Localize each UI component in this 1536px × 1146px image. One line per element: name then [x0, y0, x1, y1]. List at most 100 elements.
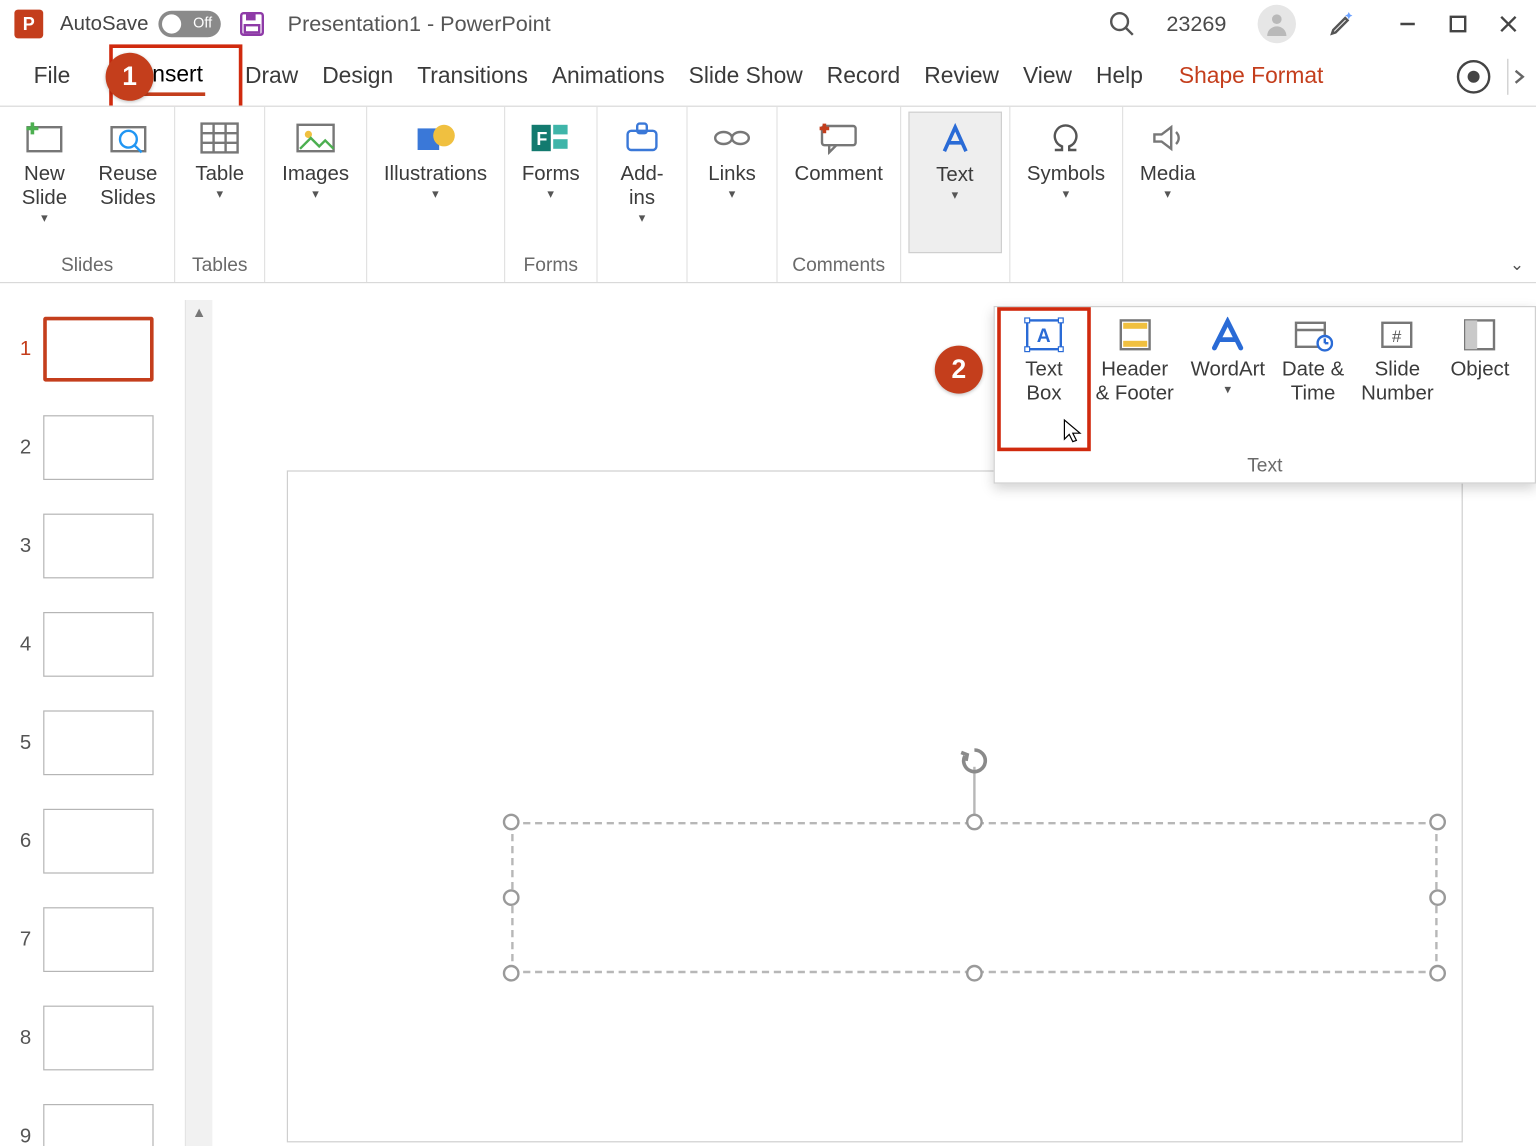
forms-button[interactable]: F Forms ▾ — [512, 112, 589, 254]
slide-thumbnail-1[interactable]: 1 — [12, 317, 185, 382]
resize-handle-br[interactable] — [1429, 965, 1446, 982]
resize-handle-tl[interactable] — [503, 814, 520, 831]
tabs-overflow[interactable] — [1507, 59, 1529, 95]
tab-shape-format[interactable]: Shape Format — [1167, 59, 1335, 95]
symbols-button[interactable]: Symbols ▾ — [1017, 112, 1114, 254]
ribbon-group-tables: Table ▾ Tables — [175, 107, 265, 282]
save-icon[interactable] — [237, 10, 266, 39]
speaker-icon — [1144, 116, 1192, 159]
images-button[interactable]: Images ▾ — [273, 112, 359, 254]
slide-thumbnail-9[interactable]: 9 — [12, 1104, 185, 1146]
dropdown-group-label: Text — [995, 454, 1535, 483]
slide-thumbnail-8[interactable]: 8 — [12, 1006, 185, 1071]
object-icon — [1456, 314, 1504, 355]
slide-number-icon: # — [1373, 314, 1421, 355]
tab-file[interactable]: File — [22, 59, 83, 95]
table-button[interactable]: Table ▾ — [183, 112, 257, 254]
slide-thumbnail-2[interactable]: 2 — [12, 415, 185, 480]
slide-number-label: 2 — [12, 436, 31, 460]
addins-icon — [618, 116, 666, 159]
pen-sparkle-icon[interactable] — [1327, 10, 1356, 39]
tab-view[interactable]: View — [1011, 59, 1084, 95]
chevron-down-icon: ▾ — [547, 186, 554, 202]
tab-slide-show[interactable]: Slide Show — [677, 59, 815, 95]
minimize-button[interactable] — [1394, 11, 1420, 37]
scroll-up-arrow[interactable]: ▲ — [192, 300, 206, 324]
group-label-forms: Forms — [524, 253, 578, 282]
comment-button[interactable]: Comment — [785, 112, 893, 254]
resize-handle-tc[interactable] — [966, 814, 983, 831]
addins-button[interactable]: Add- ins ▾ — [605, 112, 679, 254]
autosave-control[interactable]: AutoSave Off — [60, 11, 220, 37]
titlebar: P AutoSave Off Presentation1 - PowerPoin… — [0, 0, 1536, 48]
chevron-down-icon: ▾ — [1063, 186, 1070, 202]
omega-icon — [1042, 116, 1090, 159]
selected-text-box[interactable] — [511, 822, 1437, 973]
resize-handle-bc[interactable] — [966, 965, 983, 982]
group-label-tables: Tables — [192, 253, 248, 282]
slide-thumbnail-image — [43, 1006, 153, 1071]
account-name[interactable]: 23269 — [1166, 11, 1226, 36]
chevron-down-icon: ▾ — [216, 186, 223, 202]
resize-handle-mr[interactable] — [1429, 889, 1446, 906]
tab-review[interactable]: Review — [912, 59, 1011, 95]
tab-record[interactable]: Record — [815, 59, 913, 95]
slide-thumbnail-image — [43, 907, 153, 972]
slide-number-label: 5 — [12, 731, 31, 755]
new-slide-button[interactable]: New Slide ▾ — [7, 112, 81, 254]
slide-number-label: 3 — [12, 534, 31, 558]
header-footer-button[interactable]: Header & Footer — [1088, 312, 1181, 454]
media-button[interactable]: Media ▾ — [1130, 112, 1205, 254]
search-icon[interactable] — [1109, 11, 1135, 37]
slide-number-label: 4 — [12, 632, 31, 656]
resize-handle-bl[interactable] — [503, 965, 520, 982]
links-button[interactable]: Links ▾ — [695, 112, 769, 254]
tab-help[interactable]: Help — [1084, 59, 1155, 95]
forms-icon: F — [527, 116, 575, 159]
reuse-slides-icon — [104, 116, 152, 159]
account-avatar[interactable] — [1258, 5, 1296, 43]
slide-thumbnail-4[interactable]: 4 — [12, 612, 185, 677]
ribbon-group-addins: Add- ins ▾ — [598, 107, 688, 282]
slide-thumbnail-7[interactable]: 7 — [12, 907, 185, 972]
wordart-button[interactable]: WordArt ▾ — [1183, 312, 1272, 454]
new-slide-icon — [20, 116, 68, 159]
slide-thumbnail-image — [43, 514, 153, 579]
autosave-toggle[interactable]: Off — [158, 11, 220, 37]
link-icon — [708, 116, 756, 159]
chevron-down-icon: ▾ — [729, 186, 736, 202]
thumbnail-scrollbar[interactable]: ▲ — [186, 300, 212, 1146]
close-button[interactable] — [1495, 11, 1521, 37]
slide-thumbnail-image — [43, 612, 153, 677]
ribbon-group-images: Images ▾ — [265, 107, 367, 282]
rotate-handle-icon[interactable] — [959, 745, 990, 776]
tab-design[interactable]: Design — [310, 59, 405, 95]
slide-number-button[interactable]: # Slide Number — [1354, 312, 1441, 454]
date-time-button[interactable]: Date & Time — [1275, 312, 1352, 454]
tab-draw[interactable]: Draw — [233, 59, 310, 95]
resize-handle-tr[interactable] — [1429, 814, 1446, 831]
illustrations-button[interactable]: Illustrations ▾ — [374, 112, 496, 254]
ribbon-group-illustrations: Illustrations ▾ — [367, 107, 505, 282]
reuse-slides-button[interactable]: Reuse Slides — [89, 112, 167, 254]
picture-icon — [292, 116, 340, 159]
object-button[interactable]: Object — [1443, 312, 1516, 454]
maximize-button[interactable] — [1445, 11, 1471, 37]
svg-text:A: A — [1037, 326, 1051, 347]
record-indicator[interactable] — [1457, 60, 1491, 94]
resize-handle-ml[interactable] — [503, 889, 520, 906]
ribbon-collapse-caret[interactable]: ⌄ — [1510, 254, 1524, 274]
ribbon-insert: New Slide ▾ Reuse Slides Slides Table ▾ … — [0, 106, 1536, 284]
slide-canvas[interactable] — [287, 470, 1463, 1142]
text-box-button[interactable]: A Text Box — [1002, 312, 1086, 454]
slide-number-label: 8 — [12, 1026, 31, 1050]
tab-animations[interactable]: Animations — [540, 59, 677, 95]
slide-thumbnail-6[interactable]: 6 — [12, 809, 185, 874]
slide-thumbnail-image — [43, 415, 153, 480]
slide-thumbnail-image — [43, 317, 153, 382]
tab-transitions[interactable]: Transitions — [405, 59, 540, 95]
group-label-slides: Slides — [61, 253, 113, 282]
slide-thumbnail-5[interactable]: 5 — [12, 710, 185, 775]
text-dropdown-button[interactable]: Text ▾ — [908, 112, 1002, 254]
slide-thumbnail-3[interactable]: 3 — [12, 514, 185, 579]
